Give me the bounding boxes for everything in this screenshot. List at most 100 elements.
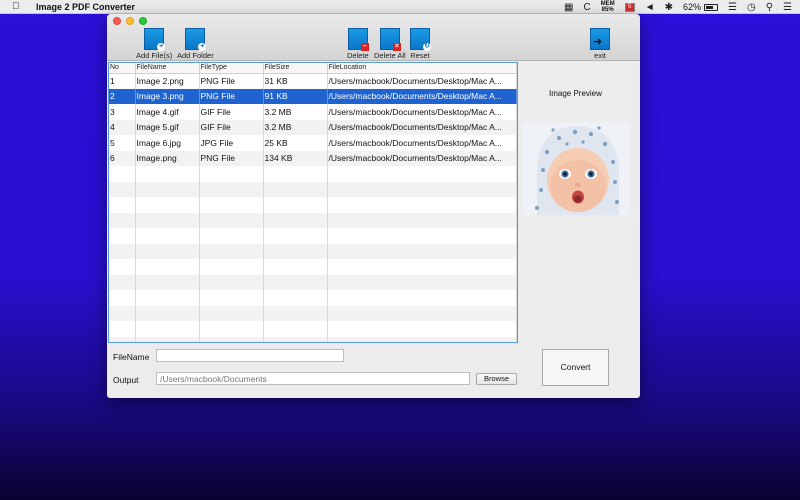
empty-row <box>109 243 517 259</box>
cell-filesize: 3.2 MB <box>263 119 328 135</box>
delete-button[interactable]: – Delete <box>347 28 369 60</box>
exit-button[interactable]: ➜ exit <box>590 28 610 60</box>
cell-no: 5 <box>109 135 136 151</box>
filename-input[interactable] <box>156 349 344 362</box>
empty-row <box>109 290 517 306</box>
table-row[interactable]: 4 Image 5.gif GIF File 3.2 MB /Users/mac… <box>109 119 517 135</box>
file-grid: No FileName FileType FileSize FileLocati… <box>109 63 517 342</box>
cell-filelocation: /Users/macbook/Documents/Desktop/Mac A..… <box>327 135 517 151</box>
app-window: + Add File(s) + Add Folder – Delete × De… <box>107 14 640 398</box>
notification-center-icon[interactable]: ☰ <box>783 2 792 13</box>
convert-button[interactable]: Convert <box>542 349 609 386</box>
table-header: No FileName FileType FileSize FileLocati… <box>109 63 517 74</box>
table-row[interactable]: 5 Image 6.jpg JPG File 25 KB /Users/macb… <box>109 135 517 151</box>
add-files-button[interactable]: + Add File(s) <box>136 28 172 60</box>
empty-row <box>109 197 517 213</box>
empty-row <box>109 259 517 275</box>
c-menu-item[interactable]: C <box>583 2 590 13</box>
reset-icon: ↻ <box>410 28 431 51</box>
delete-all-icon: × <box>379 28 401 51</box>
cell-no: 6 <box>109 150 136 166</box>
volume-icon[interactable]: ◄ <box>645 2 655 13</box>
cell-filetype: JPG File <box>199 135 264 151</box>
browse-button[interactable]: Browse <box>476 373 517 385</box>
cell-filetype: GIF File <box>199 119 264 135</box>
cell-filetype: GIF File <box>199 104 264 120</box>
toolbar: + Add File(s) + Add Folder – Delete × De… <box>107 14 640 61</box>
cell-filename: Image 4.gif <box>135 104 200 120</box>
cell-filename: Image.png <box>135 150 200 166</box>
add-file-icon: + <box>144 28 166 51</box>
cell-filelocation: /Users/macbook/Documents/Desktop/Mac A..… <box>327 150 517 166</box>
empty-row <box>109 321 517 337</box>
empty-row <box>109 274 517 290</box>
file-table[interactable]: No FileName FileType FileSize FileLocati… <box>108 62 518 343</box>
filename-label: FileName <box>113 352 150 362</box>
battery-icon <box>704 3 718 11</box>
cell-no: 4 <box>109 119 136 135</box>
search-icon[interactable]: ⚲ <box>766 2 773 13</box>
cell-no: 1 <box>109 73 136 89</box>
table-row[interactable]: 3 Image 4.gif GIF File 3.2 MB /Users/mac… <box>109 104 517 120</box>
mem-value: 85% <box>601 7 614 13</box>
empty-row <box>109 181 517 197</box>
cell-filename: Image 2.png <box>135 73 200 89</box>
cell-filesize: 31 KB <box>263 73 328 89</box>
cell-filesize: 134 KB <box>263 150 328 166</box>
cell-filesize: 3.2 MB <box>263 104 328 120</box>
table-row-selected[interactable]: 2 Image 3.png PNG File 91 KB /Users/macb… <box>109 88 517 104</box>
empty-row <box>109 166 517 182</box>
menu-extras: ▦ C MEM 85% 5 ◄ ✱ 62% ☰ ◷ ⚲ ☰ <box>564 0 792 14</box>
window-controls <box>113 17 147 25</box>
cell-filetype: PNG File <box>199 150 264 166</box>
battery-percent: 62% <box>682 2 701 12</box>
cell-no: 2 <box>109 88 136 104</box>
cell-filesize: 25 KB <box>263 135 328 151</box>
delete-icon: – <box>347 28 369 51</box>
column-header-filelocation[interactable]: FileLocation <box>327 63 517 74</box>
exit-icon: ➜ <box>590 28 610 50</box>
exit-label: exit <box>594 51 606 60</box>
column-header-filetype[interactable]: FileType <box>199 63 264 74</box>
bluetooth-icon[interactable]: ✱ <box>665 2 673 13</box>
empty-row <box>109 305 517 321</box>
empty-row <box>109 212 517 228</box>
empty-row <box>109 228 517 244</box>
memory-monitor[interactable]: MEM 85% <box>601 1 615 13</box>
cell-filetype: PNG File <box>199 88 264 104</box>
cell-filelocation: /Users/macbook/Documents/Desktop/Mac A..… <box>327 119 517 135</box>
battery-status[interactable]: 62% <box>683 2 718 12</box>
add-folder-button[interactable]: + Add Folder <box>177 28 214 60</box>
reset-button[interactable]: ↻ Reset <box>410 28 431 60</box>
column-header-no[interactable]: No <box>109 63 136 74</box>
output-label: Output <box>113 375 139 385</box>
delete-all-button[interactable]: × Delete All <box>374 28 406 60</box>
clock-icon[interactable]: ◷ <box>747 2 756 13</box>
image-preview-title: Image Preview <box>549 89 602 98</box>
add-folder-label: Add Folder <box>177 51 214 60</box>
close-button[interactable] <box>113 17 121 25</box>
delete-all-label: Delete All <box>374 51 406 60</box>
apple-icon[interactable]:  <box>12 1 24 12</box>
calendar-icon[interactable]: 5 <box>624 2 635 12</box>
menu-bar:  Image 2 PDF Converter ▦ C MEM 85% 5 ◄ … <box>0 0 800 14</box>
cell-no: 3 <box>109 104 136 120</box>
column-header-filesize[interactable]: FileSize <box>263 63 328 74</box>
table-row[interactable]: 1 Image 2.png PNG File 31 KB /Users/macb… <box>109 73 517 89</box>
reset-label: Reset <box>410 51 430 60</box>
zoom-button[interactable] <box>139 17 147 25</box>
image-preview <box>523 122 629 215</box>
output-path-input[interactable] <box>156 372 470 385</box>
cell-filename: Image 5.gif <box>135 119 200 135</box>
grid-icon[interactable]: ▦ <box>564 2 573 13</box>
minimize-button[interactable] <box>126 17 134 25</box>
column-header-filename[interactable]: FileName <box>135 63 200 74</box>
delete-label: Delete <box>347 51 369 60</box>
cell-filelocation: /Users/macbook/Documents/Desktop/Mac A..… <box>327 88 517 104</box>
app-menu-name[interactable]: Image 2 PDF Converter <box>36 2 135 12</box>
cell-filetype: PNG File <box>199 73 264 89</box>
cell-filelocation: /Users/macbook/Documents/Desktop/Mac A..… <box>327 73 517 89</box>
add-files-label: Add File(s) <box>136 51 173 60</box>
wifi-icon[interactable]: ☰ <box>728 2 737 13</box>
table-row[interactable]: 6 Image.png PNG File 134 KB /Users/macbo… <box>109 150 517 166</box>
